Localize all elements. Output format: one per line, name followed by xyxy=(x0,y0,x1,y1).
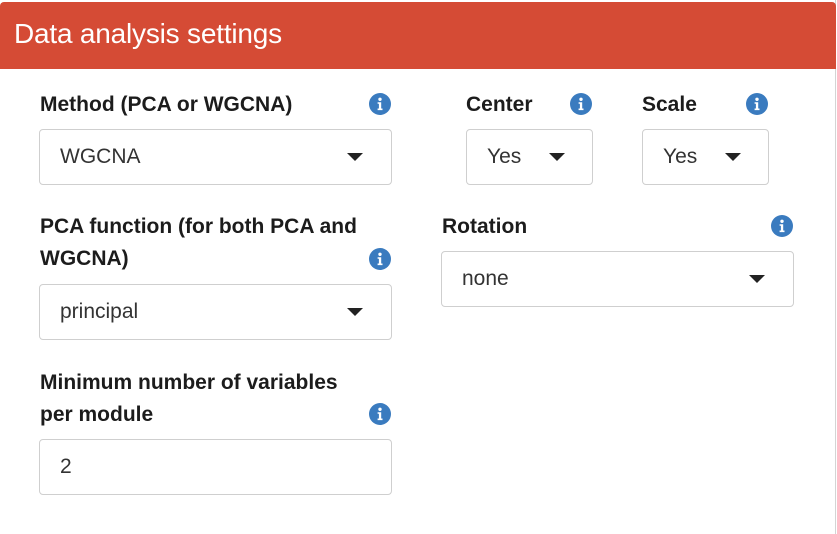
settings-panel: Data analysis settings Method (PCA or WG… xyxy=(0,0,836,534)
scale-select-value: Yes xyxy=(663,145,698,168)
scale-label: Scale xyxy=(642,93,697,116)
scale-info-icon[interactable] xyxy=(746,93,768,115)
chevron-down-icon xyxy=(347,153,363,161)
center-info-icon[interactable] xyxy=(570,93,592,115)
chevron-down-icon xyxy=(347,308,363,316)
pca-function-info-icon[interactable] xyxy=(369,248,391,270)
center-select-value: Yes xyxy=(487,145,522,168)
pca-function-select[interactable]: principal xyxy=(39,284,392,340)
min-vars-info-icon[interactable] xyxy=(369,403,391,425)
min-vars-label-line2: per module xyxy=(40,403,154,426)
pca-function-select-value: principal xyxy=(60,300,139,323)
method-label: Method (PCA or WGCNA) xyxy=(40,93,293,116)
panel-header: Data analysis settings xyxy=(0,2,836,69)
min-vars-input[interactable]: 2 xyxy=(39,439,392,495)
chevron-down-icon xyxy=(725,153,741,161)
center-label: Center xyxy=(466,93,533,116)
center-select[interactable]: Yes xyxy=(466,129,593,185)
pca-function-label-line1: PCA function (for both PCA and xyxy=(40,215,357,238)
method-select[interactable]: WGCNA xyxy=(39,129,392,185)
min-vars-input-value: 2 xyxy=(60,455,72,478)
panel-title: Data analysis settings xyxy=(14,18,282,49)
rotation-label: Rotation xyxy=(442,215,528,238)
method-info-icon[interactable] xyxy=(369,93,391,115)
scale-select[interactable]: Yes xyxy=(642,129,769,185)
rotation-select-value: none xyxy=(462,267,509,290)
method-select-value: WGCNA xyxy=(60,145,141,168)
rotation-info-icon[interactable] xyxy=(771,215,793,237)
chevron-down-icon xyxy=(549,153,565,161)
chevron-down-icon xyxy=(749,275,765,283)
min-vars-label-line1: Minimum number of variables xyxy=(40,371,338,394)
rotation-select[interactable]: none xyxy=(441,251,794,307)
pca-function-label-line2: WGCNA) xyxy=(40,247,129,270)
